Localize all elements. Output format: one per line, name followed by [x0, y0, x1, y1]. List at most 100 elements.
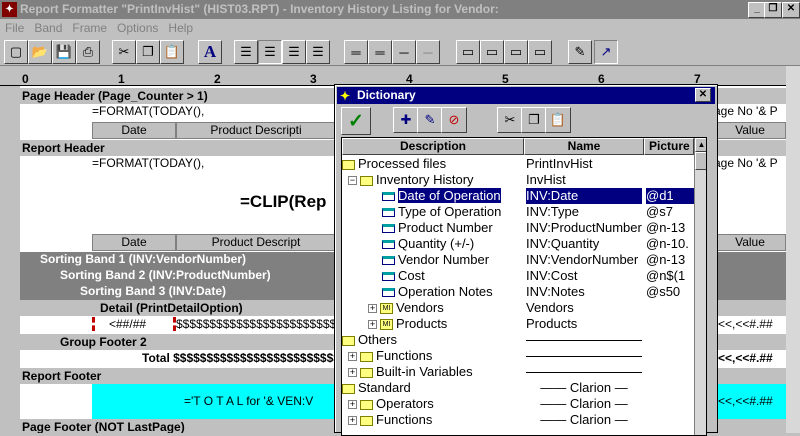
scroll-up-icon[interactable]: ▲ — [695, 138, 706, 152]
open-icon[interactable]: 📂 — [28, 40, 52, 64]
app-icon[interactable]: ✦ — [2, 2, 17, 17]
box-left-icon[interactable]: ▭ — [456, 40, 480, 64]
vertical-scrollbar[interactable] — [786, 66, 800, 433]
folder-icon — [360, 399, 373, 410]
field-icon — [382, 272, 395, 282]
total-for-control[interactable]: ='T O T A L for '& VEN:V — [184, 394, 313, 408]
paste-icon[interactable]: 📋 — [545, 107, 571, 133]
expand-icon[interactable]: + — [368, 304, 377, 314]
total-value-control[interactable]: (<<,<<#.## — [714, 351, 773, 365]
menu-frame[interactable]: Frame — [67, 19, 112, 35]
tree-row-cost[interactable]: Cost INV:Cost @n$(1 — [342, 268, 694, 284]
toolbar: ▢ 📂 💾 ⎙ ✂ ❐ 📋 A ☰ ☰ ☰ ☰ ═ ═ ─ ─ ▭ ▭ ▭ ▭ … — [0, 37, 800, 66]
dictionary-icon[interactable]: ✎ — [568, 40, 592, 64]
header-date-cell[interactable]: Date — [92, 234, 176, 251]
dictionary-tree[interactable]: Description Name Picture Processed files… — [341, 137, 707, 436]
line-medium-icon[interactable]: ═ — [368, 40, 392, 64]
tree-row-operators[interactable]: + Operators —— Clarion — — [342, 396, 694, 412]
total-control[interactable]: Total $$$$$$$$$$$$$$$$$$$$$$$$$$$$ — [142, 351, 336, 365]
column-description[interactable]: Description — [342, 138, 524, 155]
font-icon[interactable]: A — [198, 40, 222, 64]
tree-row-built-in-variables[interactable]: + Built-in Variables — [342, 364, 694, 380]
align-center-icon[interactable]: ☰ — [258, 40, 282, 64]
line-none-icon[interactable]: ─ — [416, 40, 440, 64]
footer-value-control[interactable]: (<<,<<#.## — [714, 394, 773, 408]
pointer-icon[interactable]: ↗ — [594, 40, 618, 64]
tree-row-standard[interactable]: Standard —— Clarion — — [342, 380, 694, 396]
cut-icon[interactable]: ✂ — [112, 40, 136, 64]
tree-row-inventory-history[interactable]: − Inventory History InvHist — [342, 172, 694, 188]
page-no-control[interactable]: age No '& P — [714, 104, 778, 118]
new-icon[interactable]: ▢ — [4, 40, 28, 64]
header-product-cell[interactable]: Product Descripti — [176, 122, 336, 139]
detail-value-control[interactable]: (<<,<<#.## — [714, 317, 773, 331]
align-right-icon[interactable]: ☰ — [282, 40, 306, 64]
box-top-icon[interactable]: ▭ — [504, 40, 528, 64]
column-name[interactable]: Name — [524, 138, 644, 155]
print-icon[interactable]: ⎙ — [76, 40, 100, 64]
dictionary-dialog: ✦ Dictionary ✕ ✓ ✚ ✎ ⊘ ✂ ❐ 📋 Description… — [334, 84, 718, 436]
expand-icon[interactable]: + — [348, 400, 357, 410]
clip-control[interactable]: =CLIP(Rep — [240, 192, 326, 212]
sorting-band-2[interactable]: Sorting Band 2 (INV:ProductNumber) — [60, 268, 271, 282]
tree-row-others[interactable]: Others — [342, 332, 694, 348]
open-folder-icon — [360, 175, 373, 186]
box-right-icon[interactable]: ▭ — [480, 40, 504, 64]
close-icon[interactable]: ✕ — [782, 2, 800, 18]
header-product-cell[interactable]: Product Descript — [176, 234, 336, 251]
align-left-icon[interactable]: ☰ — [234, 40, 258, 64]
scroll-thumb[interactable] — [695, 152, 706, 170]
menu-band[interactable]: Band — [29, 19, 67, 35]
menu-file[interactable]: File — [0, 19, 29, 35]
page-no-control[interactable]: age No '& P — [714, 156, 778, 170]
detail-date-control[interactable]: <##/## — [92, 317, 176, 331]
collapse-icon[interactable]: − — [348, 176, 357, 186]
accept-icon[interactable]: ✓ — [341, 107, 371, 135]
save-icon[interactable]: 💾 — [52, 40, 76, 64]
tree-row-vendors[interactable]: + MI Vendors Vendors — [342, 300, 694, 316]
line-thick-icon[interactable]: ═ — [344, 40, 368, 64]
copy-icon[interactable]: ❐ — [136, 40, 160, 64]
menu-options[interactable]: Options — [112, 19, 163, 35]
tree-row-processed-files[interactable]: Processed files PrintInvHist — [342, 156, 694, 172]
tree-row-functions-standard[interactable]: + Functions —— Clarion — — [342, 412, 694, 428]
dictionary-title-bar[interactable]: ✦ Dictionary ✕ — [337, 87, 715, 104]
header-value-cell[interactable]: Value — [714, 234, 786, 251]
menu-help[interactable]: Help — [163, 19, 198, 35]
box-bottom-icon[interactable]: ▭ — [528, 40, 552, 64]
window-title: Report Formatter "PrintInvHist" (HIST03.… — [20, 2, 499, 16]
format-today-control[interactable]: =FORMAT(TODAY(), — [92, 156, 204, 170]
field-icon — [382, 288, 395, 298]
window-title-bar[interactable]: ✦ Report Formatter "PrintInvHist" (HIST0… — [0, 0, 800, 19]
format-today-control[interactable]: =FORMAT(TODAY(), — [92, 104, 204, 118]
sorting-band-3[interactable]: Sorting Band 3 (INV:Date) — [80, 284, 226, 298]
paste-icon[interactable]: 📋 — [160, 40, 184, 64]
tree-row-quantity[interactable]: Quantity (+/-) INV:Quantity @n-10. — [342, 236, 694, 252]
tree-row-vendor-number[interactable]: Vendor Number INV:VendorNumber @n-13 — [342, 252, 694, 268]
sorting-band-1[interactable]: Sorting Band 1 (INV:VendorNumber) — [40, 252, 246, 266]
tree-row-date-of-operation[interactable]: Date of Operation INV:Date @d1 — [342, 188, 694, 204]
header-date-cell[interactable]: Date — [92, 122, 176, 139]
expand-icon[interactable]: + — [348, 416, 357, 426]
edit-icon[interactable]: ✎ — [417, 107, 443, 133]
expand-icon[interactable]: + — [348, 352, 357, 362]
expand-icon[interactable]: + — [368, 320, 377, 330]
insert-icon[interactable]: ✚ — [393, 107, 419, 133]
delete-icon[interactable]: ⊘ — [441, 107, 467, 133]
expand-icon[interactable]: + — [348, 368, 357, 378]
tree-row-type-of-operation[interactable]: Type of Operation INV:Type @s7 — [342, 204, 694, 220]
dictionary-scrollbar[interactable]: ▲ — [694, 138, 706, 435]
header-value-cell[interactable]: Value — [714, 122, 786, 139]
column-picture[interactable]: Picture — [644, 138, 694, 155]
justify-icon[interactable]: ☰ — [306, 40, 330, 64]
tree-row-product-number[interactable]: Product Number INV:ProductNumber @n-13 — [342, 220, 694, 236]
line-thin-icon[interactable]: ─ — [392, 40, 416, 64]
cut-icon[interactable]: ✂ — [497, 107, 523, 133]
close-icon[interactable]: ✕ — [695, 88, 711, 102]
copy-icon[interactable]: ❐ — [521, 107, 547, 133]
restore-icon[interactable]: ❐ — [764, 2, 782, 18]
tree-row-operation-notes[interactable]: Operation Notes INV:Notes @s50 — [342, 284, 694, 300]
detail-dollars-control[interactable]: $$$$$$$$$$$$$$$$$$$$$$$$$$$$$$$$$$ — [176, 317, 336, 331]
tree-row-functions[interactable]: + Functions — [342, 348, 694, 364]
tree-row-products[interactable]: + MI Products Products — [342, 316, 694, 332]
